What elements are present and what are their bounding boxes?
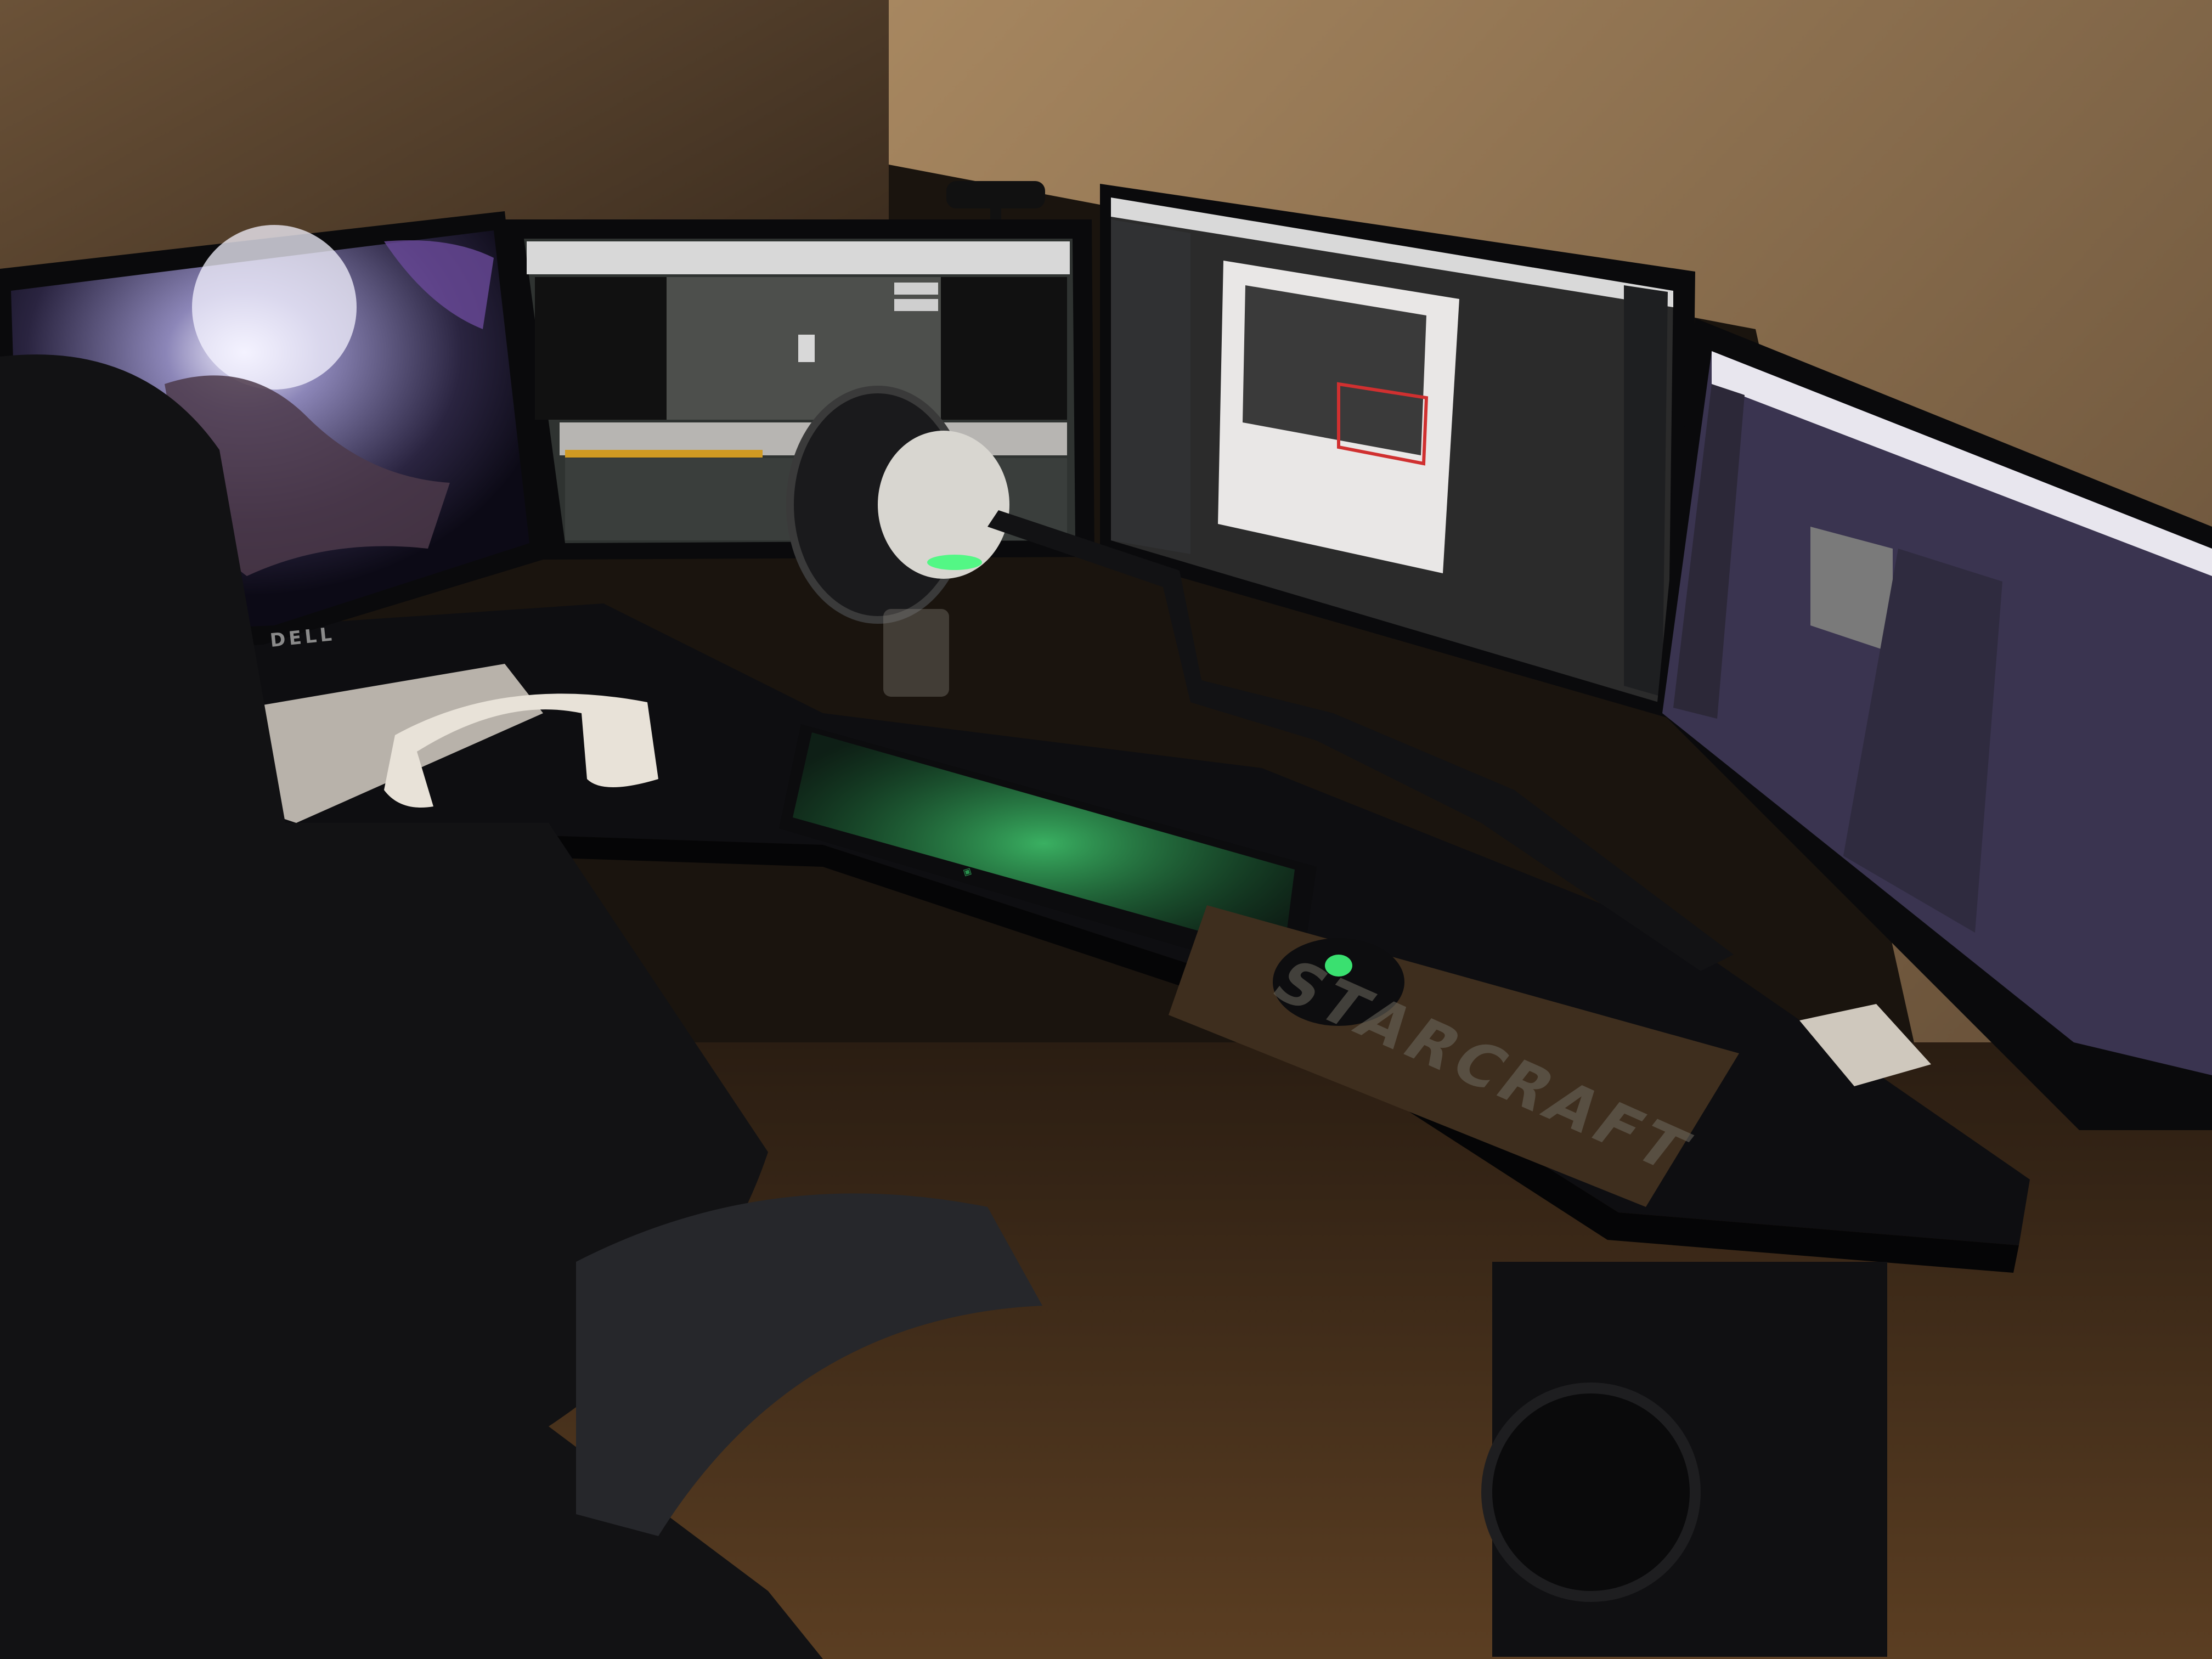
obs-preview-black-right — [941, 277, 1067, 420]
obs-mixer-highlight — [565, 450, 763, 458]
desk-photo — [0, 0, 2212, 1659]
space-planet — [192, 225, 357, 390]
editor-side-icons — [1624, 285, 1668, 697]
editor-file-tree — [1111, 219, 1190, 554]
subwoofer-cone — [1481, 1383, 1701, 1602]
water-glass — [883, 609, 949, 697]
obs-top-bar — [527, 241, 1070, 274]
obs-preview-overlay-2 — [894, 299, 938, 311]
microphone-led — [927, 555, 982, 570]
obs-preview-logo — [798, 335, 815, 362]
obs-preview-black-left — [535, 277, 667, 420]
obs-preview-overlay-1 — [894, 283, 938, 295]
webcam — [946, 181, 1045, 208]
